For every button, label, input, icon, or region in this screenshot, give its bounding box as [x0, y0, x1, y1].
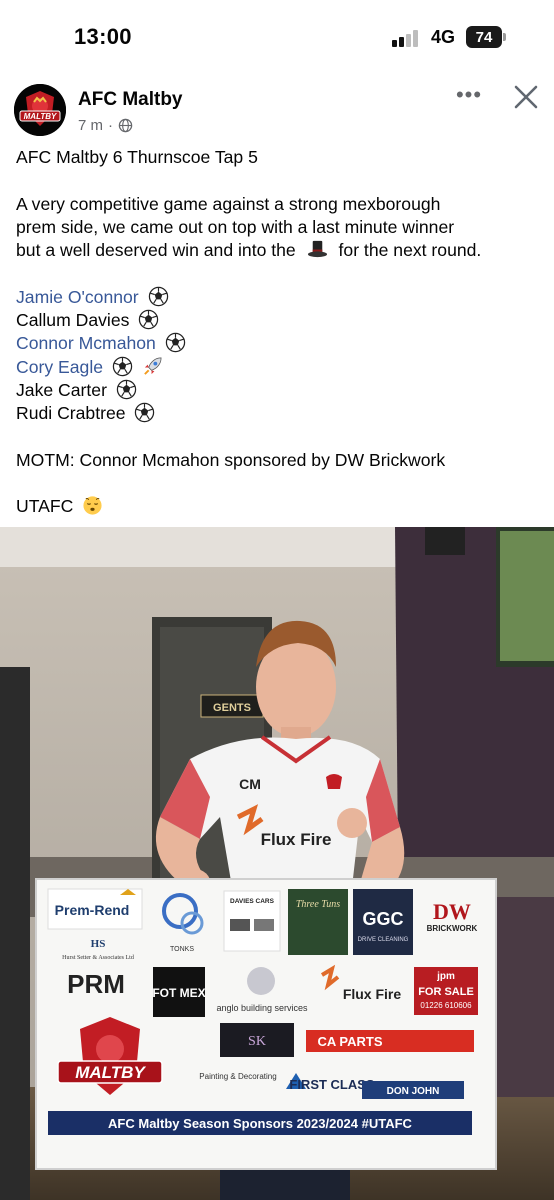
svg-text:SK: SK [248, 1034, 266, 1049]
post-meta: 7 m · [78, 117, 133, 134]
scorer-item: Rudi Crabtree [16, 402, 546, 425]
sponsor-dw: DW [433, 899, 471, 924]
motm-line: MOTM: Connor Mcmahon sponsored by DW Bri… [16, 449, 446, 470]
relieved-face-icon [83, 496, 102, 516]
post-body-line: prem side, we came out on top with a las… [16, 216, 455, 237]
battery-tip [503, 33, 506, 41]
soccer-ball-icon [148, 286, 168, 306]
avatar-logo-text: MALTBY [24, 112, 57, 121]
scorer-name: Callum Davies [16, 310, 130, 331]
scorer-name: Jake Carter [16, 379, 107, 400]
sponsor-hurst: Hurst Setter & Associates Ltd [62, 955, 134, 961]
top-hat-icon [307, 241, 327, 258]
battery-icon: 74 [466, 26, 502, 48]
scorer-name: Rudi Crabtree [16, 403, 126, 424]
scorer-mention[interactable]: Cory Eagle [16, 357, 103, 377]
sponsor-jpm-sale: FOR SALE [418, 986, 474, 998]
post-body-text: for the next round. [338, 240, 482, 261]
scorer-mention[interactable]: Connor Mcmahon [16, 333, 156, 353]
status-bar: 13:00 4G 74 [0, 0, 554, 72]
network-type: 4G [431, 27, 456, 47]
scorer-item[interactable]: Jamie O'connor [16, 286, 546, 309]
close-button[interactable] [509, 80, 543, 114]
post-headline: AFC Maltby 6 Thurnscoe Tap 5 [16, 147, 258, 167]
sponsor-jpm-phone: 01226 610606 [420, 1001, 472, 1010]
sponsor-don-john: DON JOHN [387, 1086, 440, 1097]
meta-separator: · [108, 117, 114, 134]
post-photo[interactable]: GENTS CM Flux Fire Prem-Rend HS Hurst Se… [0, 527, 554, 1200]
shirt-initials: CM [239, 776, 261, 792]
status-time: 13:00 [74, 24, 132, 49]
scorer-item[interactable]: Cory Eagle [16, 356, 546, 379]
post-body: AFC Maltby 6 Thurnscoe Tap 5 A very comp… [16, 146, 546, 519]
sponsor-fotmex: FOT MEX [152, 986, 205, 1000]
rocket-icon [144, 357, 162, 375]
door-sign-text: GENTS [213, 702, 251, 714]
shirt-sponsor-text: Flux Fire [261, 830, 332, 849]
sponsor-davies-cars: DAVIES CARS [230, 898, 275, 905]
soccer-ball-icon [135, 403, 155, 423]
sponsor-prm: PRM [67, 969, 125, 999]
sponsor-painting: Painting & Decorating [199, 1072, 276, 1081]
sponsor-anglo: anglo building services [216, 1003, 308, 1013]
sponsor-ca-parts: CA PARTS [318, 1034, 383, 1049]
page-name[interactable]: AFC Maltby [78, 89, 183, 111]
globe-icon [118, 118, 133, 133]
signal-strength-icon [392, 29, 424, 47]
board-footer-text: AFC Maltby Season Sponsors 2023/2024 #UT… [108, 1116, 413, 1131]
sponsor-dw-sub: BRICKWORK [427, 924, 478, 933]
scorer-item: Jake Carter [16, 379, 546, 402]
sponsor-prem-rend: Prem-Rend [55, 902, 130, 918]
scorer-item[interactable]: Connor Mcmahon [16, 332, 546, 355]
sponsor-three-tuns: Three Tuns [296, 899, 340, 910]
signoff-line: UTAFC [16, 495, 546, 518]
sponsor-tonks: TONKS [170, 946, 194, 953]
post-body-text: but a well deserved win and into the [16, 240, 296, 261]
page-avatar[interactable]: MALTBY [14, 84, 66, 136]
board-logo-text: MALTBY [75, 1063, 146, 1082]
close-icon [514, 85, 538, 109]
soccer-ball-icon [139, 309, 159, 330]
post-photo-image: GENTS CM Flux Fire Prem-Rend HS Hurst Se… [0, 527, 554, 1200]
post-body-line: but a well deserved win and into the for… [16, 239, 546, 262]
post-time[interactable]: 7 m [78, 117, 103, 134]
scorer-item: Callum Davies [16, 309, 546, 332]
sponsor-hurst-mark: HS [91, 938, 106, 950]
scorer-mention[interactable]: Jamie O'connor [16, 287, 139, 307]
post-body-line: A very competitive game against a strong… [16, 193, 441, 214]
soccer-ball-icon [116, 379, 137, 400]
signoff-text: UTAFC [16, 496, 74, 517]
sponsor-ggc-sub: DRIVE CLEANING [358, 937, 409, 943]
sponsor-jpm: jpm [436, 971, 455, 982]
sponsor-ggc: GGC [362, 909, 403, 929]
more-options-button[interactable]: ••• [449, 82, 489, 112]
maltby-logo-icon: MALTBY [14, 84, 66, 136]
soccer-ball-icon [165, 333, 185, 353]
soccer-ball-icon [112, 356, 133, 376]
sponsor-flux-fire: Flux Fire [343, 986, 402, 1002]
